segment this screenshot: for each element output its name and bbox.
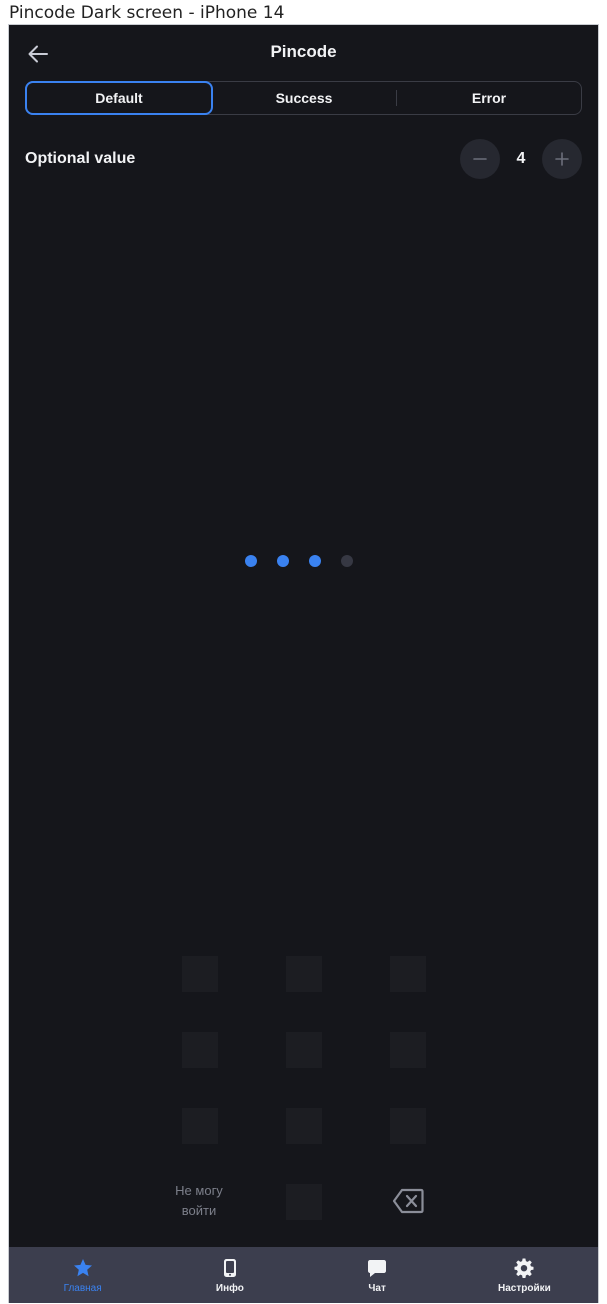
cant-login-button[interactable]: Не могу войти	[159, 1181, 239, 1221]
window-caption: Pincode Dark screen - iPhone 14	[9, 3, 285, 23]
plus-icon	[555, 152, 569, 166]
tab-info-label: Инфо	[215, 1283, 244, 1294]
keypad-key-3[interactable]	[390, 956, 426, 992]
state-segmented-control: Default Success Error	[25, 81, 582, 115]
tab-settings[interactable]: Настройки	[451, 1247, 598, 1303]
increment-button[interactable]	[542, 139, 582, 179]
pincode-dot-empty	[341, 555, 353, 567]
segment-success[interactable]: Success	[212, 82, 396, 114]
nav-header: Pincode	[9, 25, 598, 81]
pincode-screen: Pincode Default Success Error Optional v…	[9, 25, 598, 1303]
tab-settings-label: Настройки	[497, 1283, 551, 1294]
segment-default[interactable]: Default	[25, 81, 213, 115]
tab-chat[interactable]: Чат	[304, 1247, 451, 1303]
tab-home[interactable]: Главная	[9, 1247, 156, 1303]
optional-value-stepper: 4	[460, 139, 582, 179]
star-icon	[72, 1257, 94, 1279]
tab-info[interactable]: Инфо	[156, 1247, 303, 1303]
bottom-tab-bar: Главная Инфо Чат Настройки	[9, 1247, 598, 1303]
pincode-dots	[245, 555, 353, 567]
stepper-value: 4	[516, 150, 526, 167]
tab-home-label: Главная	[63, 1283, 102, 1294]
keypad-key-9[interactable]	[390, 1108, 426, 1144]
keypad-key-6[interactable]	[390, 1032, 426, 1068]
chat-bubble-icon	[366, 1257, 388, 1279]
page-title: Pincode	[270, 42, 337, 61]
optional-value-row: Optional value 4	[25, 139, 582, 179]
keypad-key-4[interactable]	[182, 1032, 218, 1068]
keypad-key-5[interactable]	[286, 1032, 322, 1068]
minus-icon	[473, 158, 487, 160]
pincode-dot-filled	[277, 555, 289, 567]
keypad-key-1[interactable]	[182, 956, 218, 992]
keypad-key-7[interactable]	[182, 1108, 218, 1144]
backspace-button[interactable]	[392, 1188, 424, 1214]
optional-value-label: Optional value	[25, 150, 136, 167]
segment-default-label: Default	[95, 90, 143, 106]
pincode-dot-filled	[245, 555, 257, 567]
decrement-button[interactable]	[460, 139, 500, 179]
segment-error[interactable]: Error	[397, 82, 581, 114]
keypad-key-0[interactable]	[286, 1184, 322, 1220]
gear-icon	[513, 1257, 535, 1279]
phone-icon	[219, 1257, 241, 1279]
pincode-dot-filled	[309, 555, 321, 567]
cant-login-line2: войти	[181, 1203, 217, 1218]
tab-chat-label: Чат	[368, 1283, 386, 1294]
segment-success-label: Success	[275, 90, 333, 106]
backspace-icon	[392, 1188, 424, 1214]
keypad-key-2[interactable]	[286, 956, 322, 992]
cant-login-line1: Не могу	[175, 1183, 223, 1198]
keypad-key-8[interactable]	[286, 1108, 322, 1144]
segment-error-label: Error	[471, 90, 507, 106]
